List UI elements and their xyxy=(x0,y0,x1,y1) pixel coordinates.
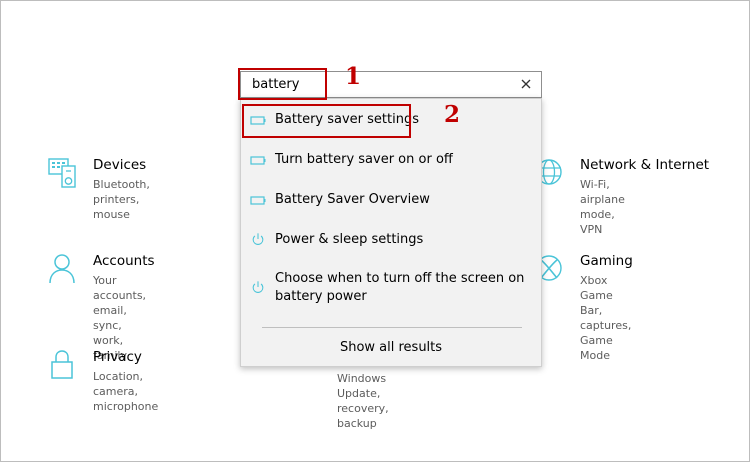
result-label: Choose when to turn off the screen on ba… xyxy=(275,270,533,306)
result-screen-off-battery[interactable]: Choose when to turn off the screen on ba… xyxy=(241,269,541,309)
annotation-number-1: 1 xyxy=(345,63,362,90)
annotation-number-2: 2 xyxy=(444,101,461,128)
tile-devices-title: Devices xyxy=(93,157,147,173)
tile-accounts-title: Accounts xyxy=(93,253,155,269)
tile-gaming-desc: Xbox Game Bar, captures, Game Mode xyxy=(580,273,631,363)
tile-network-title: Network & Internet xyxy=(580,157,710,173)
result-label-line: battery power xyxy=(275,289,367,304)
highlight-box-result xyxy=(242,104,411,138)
person-icon xyxy=(49,254,75,284)
tile-gaming-desc-line: Mode xyxy=(580,349,610,362)
result-battery-saver-overview[interactable]: Battery Saver Overview xyxy=(241,189,541,211)
battery-icon xyxy=(250,156,266,165)
tile-gaming-title: Gaming xyxy=(580,253,633,269)
tile-update-desc: Windows Update, recovery, backup xyxy=(337,371,389,431)
close-icon[interactable] xyxy=(517,75,535,93)
tile-accounts-desc-line: Your accounts, email, sync, xyxy=(93,274,147,332)
tile-update-desc-line: Windows Update, recovery, xyxy=(337,372,389,415)
tile-privacy-title: Privacy xyxy=(93,349,142,365)
results-divider xyxy=(262,327,522,328)
search-results-dropdown: Battery saver settings Turn battery save… xyxy=(240,98,542,367)
tile-gaming-desc-line: Xbox Game Bar, captures, Game xyxy=(580,274,632,347)
power-icon xyxy=(252,281,264,293)
result-label: Turn battery saver on or off xyxy=(275,152,453,167)
tile-devices-desc: Bluetooth, printers, mouse xyxy=(93,178,150,221)
battery-icon xyxy=(250,196,266,205)
result-label: Battery Saver Overview xyxy=(275,192,430,207)
result-label: Power & sleep settings xyxy=(275,232,424,247)
lock-icon xyxy=(51,350,73,379)
tile-privacy-desc: Location, camera, microphone xyxy=(93,370,159,413)
tile-update-desc-line: backup xyxy=(337,417,377,430)
devices-icon xyxy=(48,158,76,188)
result-turn-battery-saver[interactable]: Turn battery saver on or off xyxy=(241,149,541,171)
result-power-sleep[interactable]: Power & sleep settings xyxy=(241,229,541,251)
show-all-results-button[interactable]: Show all results xyxy=(241,340,541,355)
result-label-line: Choose when to turn off the screen on xyxy=(275,271,525,286)
tile-network-desc: Wi-Fi, airplane mode, VPN xyxy=(580,178,625,236)
power-icon xyxy=(252,233,264,245)
highlight-box-search xyxy=(238,68,327,100)
